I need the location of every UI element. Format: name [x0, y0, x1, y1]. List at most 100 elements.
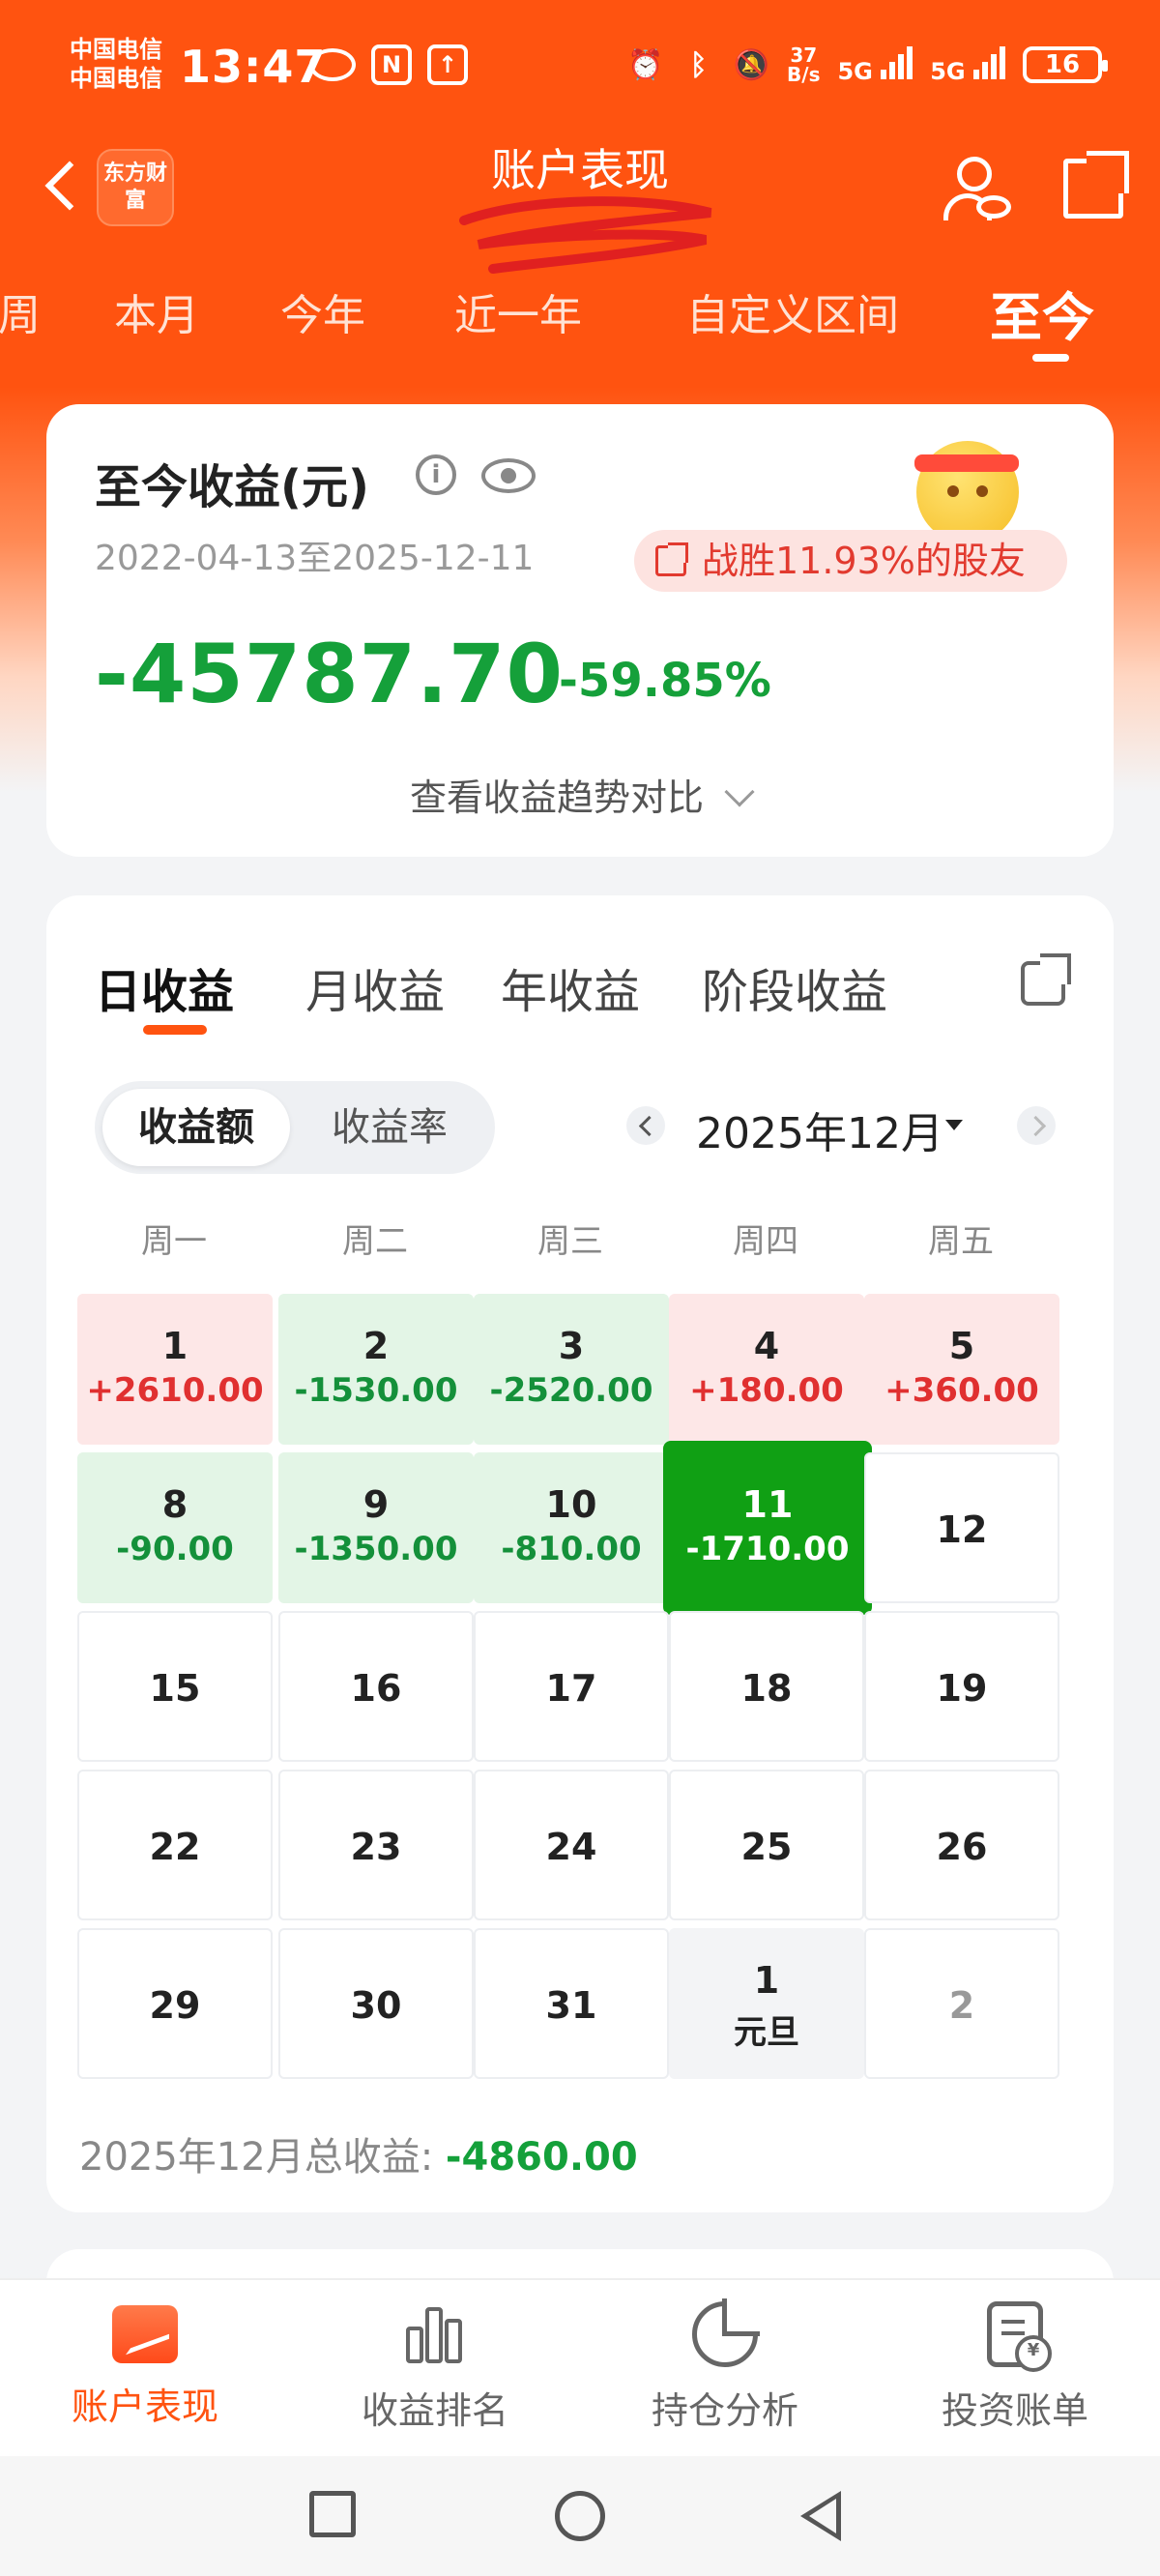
calendar-day-profit: -1710.00	[685, 1530, 850, 1568]
bluetooth-icon: ᛒ	[689, 47, 708, 82]
tab-yearly-profit[interactable]: 年收益	[501, 953, 640, 1021]
signal-bars-icon	[973, 44, 1005, 79]
nav-account-performance[interactable]: 账户表现	[0, 2301, 290, 2430]
chart-screen-icon	[112, 2305, 178, 2363]
carrier-1: 中国电信	[70, 36, 162, 63]
redaction-scribble	[459, 196, 712, 274]
calendar-day-cell[interactable]: 3 -2520.00	[474, 1294, 669, 1445]
tab-this-month[interactable]: 本月	[114, 280, 199, 342]
toggle-rate[interactable]: 收益率	[296, 1089, 483, 1166]
calendar-day-number: 10	[545, 1483, 597, 1526]
prev-month-button[interactable]	[626, 1106, 665, 1145]
nfc-icon: N	[371, 44, 412, 85]
calendar-day-number: 12	[936, 1508, 988, 1551]
tab-week[interactable]: 周	[0, 280, 41, 342]
beat-peers-text: 战胜11.93%的股友	[702, 540, 1026, 582]
info-icon[interactable]: i	[416, 454, 456, 495]
calendar-day-cell[interactable]: 2 -1530.00	[278, 1294, 474, 1445]
metric-toggle: 收益额 收益率	[95, 1081, 495, 1174]
share-icon[interactable]	[1058, 149, 1135, 226]
calendar-day-cell[interactable]: 12	[864, 1452, 1059, 1603]
summary-title: 至今收益(元)	[95, 460, 369, 514]
calendar-day-number: 18	[740, 1667, 793, 1710]
calendar-day-cell[interactable]: 24	[474, 1770, 669, 1920]
date-range: 2022-04-13至2025-12-11	[95, 539, 535, 578]
beat-peers-badge[interactable]: 战胜11.93%的股友	[634, 530, 1067, 592]
battery-icon: 16	[1023, 46, 1108, 83]
account-privacy-icon[interactable]	[940, 149, 1017, 226]
calendar-day-cell[interactable]: 18	[669, 1611, 864, 1762]
calendar-day-number: 9	[362, 1483, 390, 1526]
month-selector[interactable]: 2025年12月	[696, 1098, 943, 1160]
recent-apps-button[interactable]	[309, 2491, 356, 2537]
external-link-icon	[655, 542, 688, 576]
tab-stage-profit[interactable]: 阶段收益	[702, 953, 887, 1021]
calendar-day-cell[interactable]: 4 +180.00	[669, 1294, 864, 1445]
tab-daily-profit[interactable]: 日收益	[95, 953, 234, 1021]
mascot-icon	[909, 429, 1029, 545]
trend-compare-link[interactable]: 查看收益趋势对比	[46, 768, 1114, 821]
tab-to-date[interactable]: 至今	[990, 275, 1094, 351]
calendar-day-profit: +360.00	[884, 1371, 1039, 1410]
calendar-day-profit: -1350.00	[294, 1530, 458, 1568]
signal-1: 5G	[837, 44, 914, 85]
calendar-day-number: 15	[149, 1667, 201, 1710]
calendar-day-cell[interactable]: 10 -810.00	[474, 1452, 669, 1603]
calendar-day-cell[interactable]: 29	[77, 1928, 273, 2079]
calendar-day-number: 8	[161, 1483, 188, 1526]
calendar-grid: 1 +2610.00 2 -1530.00 3 -2520.00 4 +180.00 5 +360…	[77, 1294, 1087, 2087]
total-profit: -45787.70	[95, 627, 564, 721]
calendar-day-cell[interactable]: 1 +2610.00	[77, 1294, 273, 1445]
tab-monthly-profit[interactable]: 月收益	[305, 953, 445, 1021]
nav-investment-bill[interactable]: 投资账单	[870, 2301, 1160, 2434]
network-speed: 37 B/s	[787, 45, 820, 84]
calendar-day-number: 31	[545, 1984, 597, 2027]
signal-2-label: 5G	[930, 58, 966, 85]
nav-holding-analysis[interactable]: 持仓分析	[580, 2298, 870, 2434]
calendar-day-number: 4	[753, 1325, 780, 1367]
calendar-day-cell[interactable]: 26	[864, 1770, 1059, 1920]
tab-last-year[interactable]: 近一年	[454, 280, 582, 342]
pie-chart-icon	[692, 2298, 760, 2367]
tab-custom-range[interactable]: 自定义区间	[686, 280, 899, 342]
calendar-day-cell[interactable]: 8 -90.00	[77, 1452, 273, 1603]
calendar-day-cell[interactable]: 11 -1710.00	[663, 1441, 872, 1615]
calendar-day-cell[interactable]: 5 +360.00	[864, 1294, 1059, 1445]
calendar-day-number: 24	[545, 1826, 597, 1868]
month-total: 2025年12月总收益: -4860.00	[79, 2125, 638, 2181]
nav-profit-ranking[interactable]: 收益排名	[290, 2301, 580, 2434]
next-month-button[interactable]	[1017, 1106, 1056, 1145]
calendar-day-number: 11	[741, 1483, 794, 1526]
nav-label: 收益排名	[361, 2389, 508, 2432]
calendar-day-cell[interactable]: 16	[278, 1611, 474, 1762]
profit-calendar-card: 日收益 月收益 年收益 阶段收益 收益额 收益率 2025年12月 周一 周二 …	[46, 895, 1114, 2212]
calendar-day-cell[interactable]: 9 -1350.00	[278, 1452, 474, 1603]
system-back-button[interactable]	[800, 2491, 841, 2541]
calendar-day-cell[interactable]: 25	[669, 1770, 864, 1920]
calendar-day-cell[interactable]: 31	[474, 1928, 669, 2079]
signal-2: 5G	[930, 44, 1005, 85]
calendar-day-number: 17	[545, 1667, 597, 1710]
toggle-amount[interactable]: 收益额	[102, 1089, 290, 1166]
calendar-day-cell[interactable]: 22	[77, 1770, 273, 1920]
home-button[interactable]	[555, 2491, 605, 2541]
calendar-day-cell[interactable]: 15	[77, 1611, 273, 1762]
export-icon[interactable]	[1019, 953, 1073, 1008]
calendar-day-cell[interactable]: 17	[474, 1611, 669, 1762]
calendar-day-number: 26	[936, 1826, 988, 1868]
tab-this-year[interactable]: 今年	[280, 280, 365, 342]
calendar-day-cell[interactable]: 2	[864, 1928, 1059, 2079]
calendar-day-profit: -90.00	[116, 1530, 234, 1568]
calendar-day-cell[interactable]: 19	[864, 1611, 1059, 1762]
calendar-day-number: 16	[350, 1667, 402, 1710]
calendar-day-cell[interactable]: 1 元旦	[669, 1928, 864, 2079]
net-speed-value: 37	[790, 44, 818, 67]
calendar-day-number: 2	[362, 1325, 390, 1367]
calendar-day-cell[interactable]: 30	[278, 1928, 474, 2079]
nav-label: 账户表现	[71, 2386, 218, 2428]
calendar-day-number: 30	[350, 1984, 402, 2027]
calendar-day-cell[interactable]: 23	[278, 1770, 474, 1920]
visibility-eye-icon[interactable]	[481, 458, 536, 493]
upload-icon: ↑	[427, 44, 468, 85]
caret-down-icon[interactable]	[945, 1120, 963, 1130]
